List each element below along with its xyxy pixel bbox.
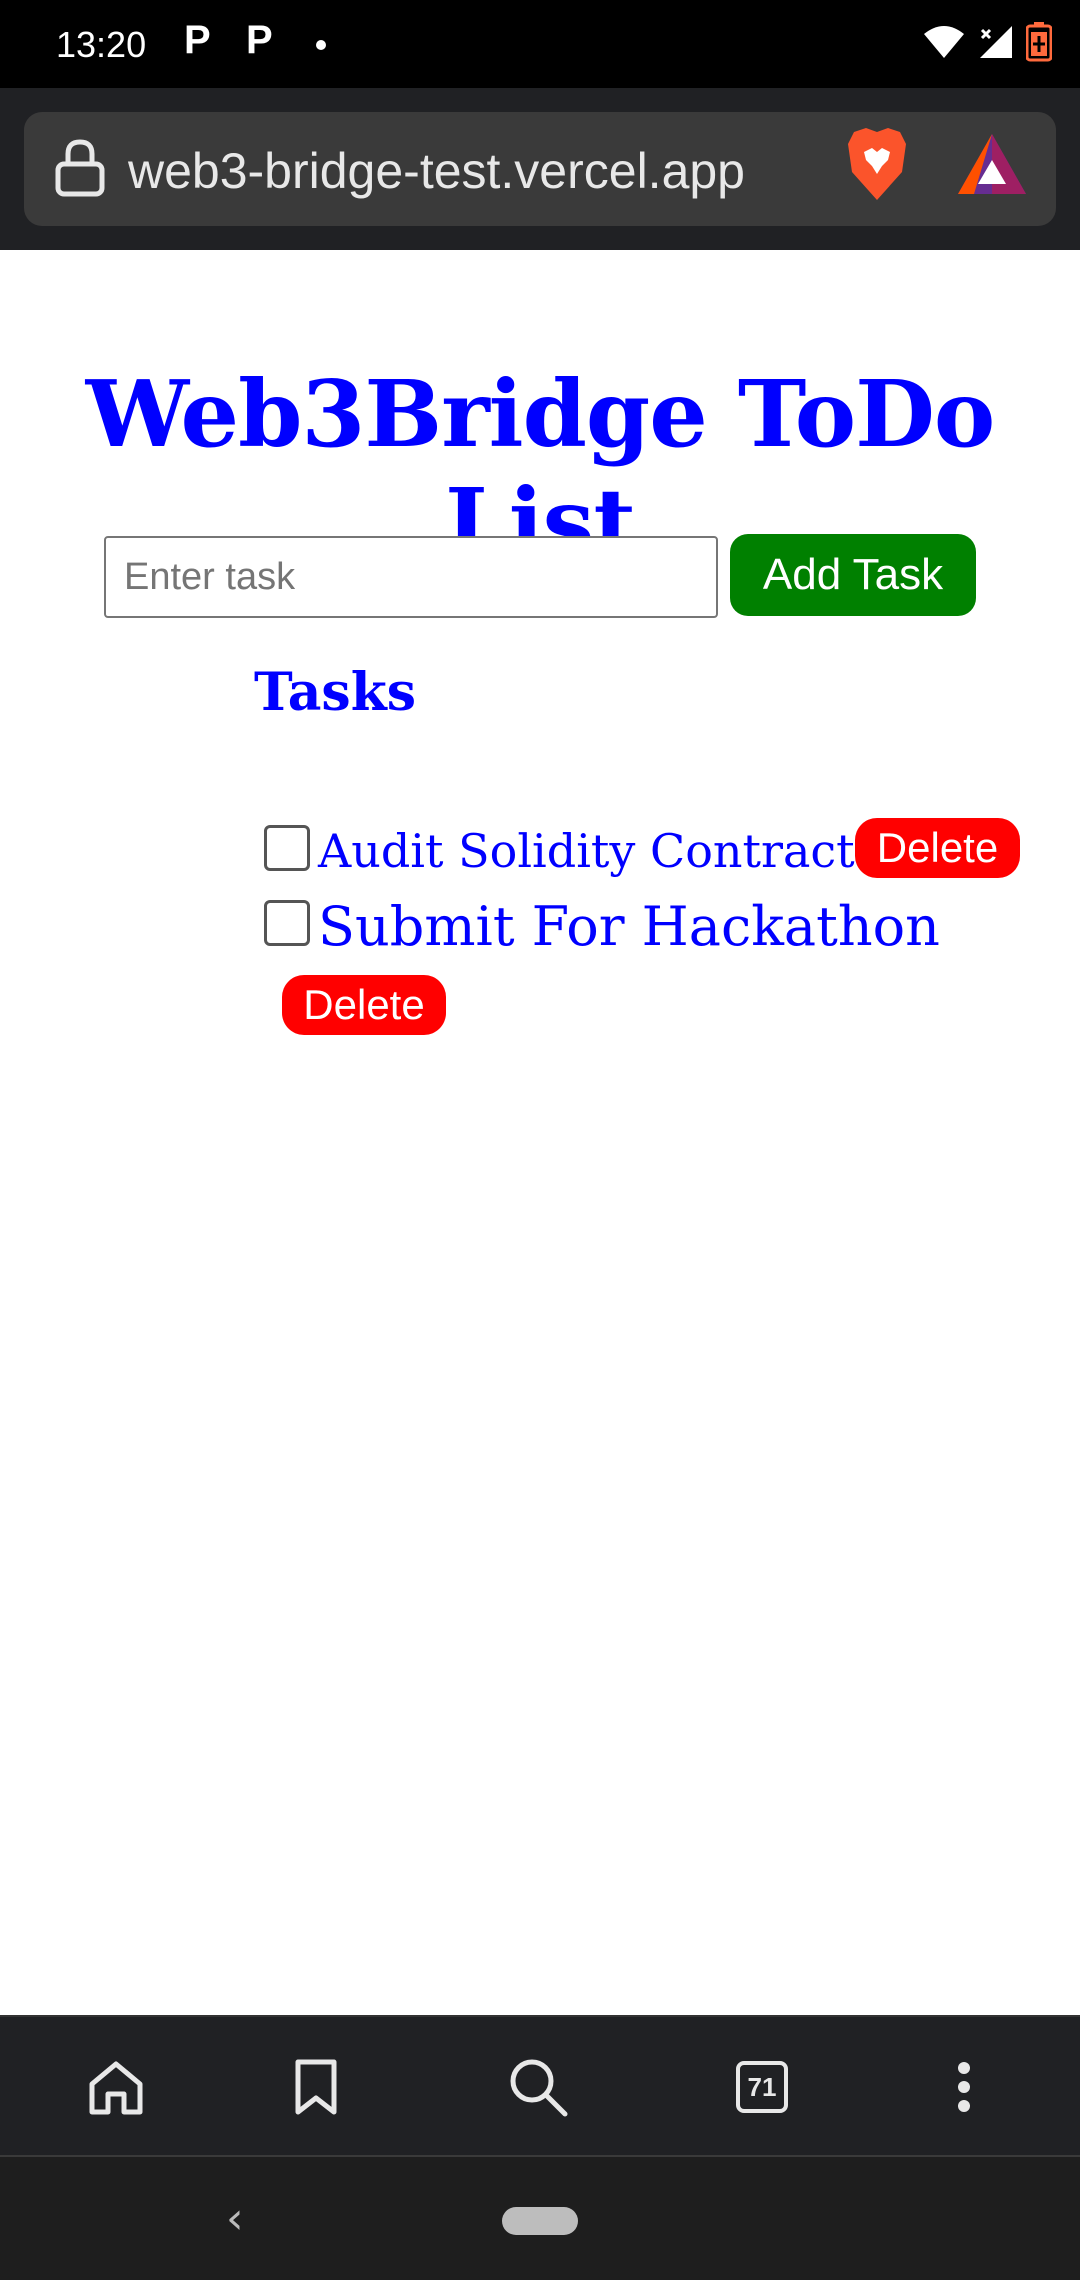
status-bar: 13:20 P P — [0, 0, 1080, 88]
home-pill-icon[interactable] — [502, 2207, 578, 2235]
signal-icon — [980, 26, 1012, 58]
task-checkbox[interactable] — [264, 899, 310, 946]
task-item: Audit Solidity Contract — [264, 818, 855, 878]
bookmarks-button[interactable] — [284, 2055, 348, 2119]
url-text[interactable]: web3-bridge-test.vercel.app — [128, 142, 745, 200]
tabs-icon: 71 — [736, 2061, 788, 2113]
task-label: Submit For Hackathon — [318, 895, 940, 958]
back-icon[interactable]: ‹ — [226, 2193, 244, 2244]
task-input[interactable] — [104, 536, 718, 618]
task-item: Submit For Hackathon — [264, 887, 940, 958]
battery-icon — [1026, 22, 1052, 62]
browser-toolbar: web3-bridge-test.vercel.app — [0, 88, 1080, 250]
delete-task-button[interactable]: Delete — [855, 818, 1020, 878]
address-bar[interactable]: web3-bridge-test.vercel.app — [24, 112, 1056, 226]
notification-p-icon: P — [246, 18, 273, 62]
page-content: Web3Bridge ToDo List Add Task Tasks Audi… — [0, 250, 1080, 2015]
task-checkbox[interactable] — [264, 825, 310, 871]
bat-rewards-icon[interactable] — [954, 130, 1030, 200]
wifi-icon — [924, 26, 964, 58]
search-icon — [510, 2059, 568, 2117]
home-button[interactable] — [84, 2055, 148, 2119]
add-task-button[interactable]: Add Task — [730, 534, 976, 616]
more-icon — [958, 2062, 970, 2112]
search-button[interactable] — [506, 2055, 570, 2119]
notification-dot-icon — [316, 40, 326, 50]
lock-icon — [55, 139, 105, 197]
status-icons — [922, 22, 1052, 62]
notification-p-icon: P — [184, 18, 211, 62]
task-label: Audit Solidity Contract — [318, 824, 855, 878]
bookmark-icon — [295, 2059, 337, 2115]
tasks-heading: Tasks — [254, 662, 416, 723]
status-time: 13:20 — [56, 24, 147, 65]
system-navigation-bar: ‹ — [0, 2155, 1080, 2280]
brave-shield-icon[interactable] — [844, 126, 910, 202]
delete-task-button[interactable]: Delete — [282, 975, 446, 1035]
tabs-button[interactable]: 71 — [730, 2055, 794, 2119]
home-icon — [89, 2061, 143, 2115]
browser-bottom-toolbar: 71 — [0, 2015, 1080, 2155]
more-menu-button[interactable] — [932, 2055, 996, 2119]
